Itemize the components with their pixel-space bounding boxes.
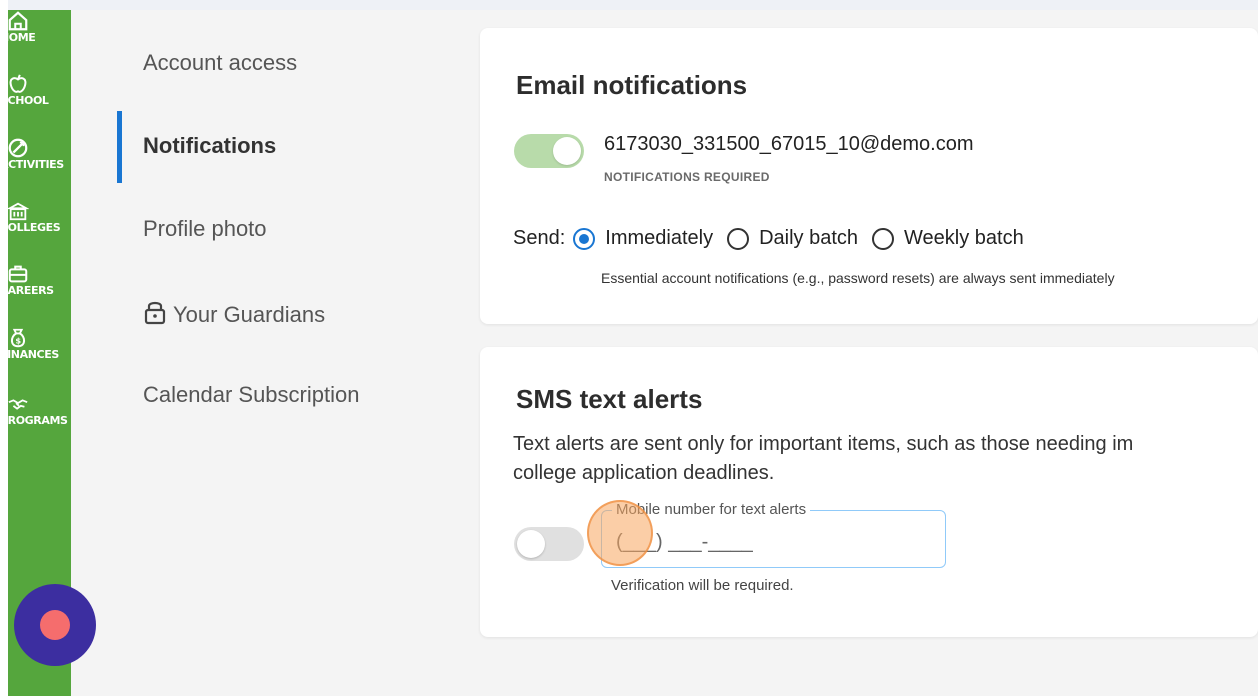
- nav-item-your-guardians[interactable]: Your Guardians: [143, 299, 325, 328]
- rail-label: ACTIVITIES: [8, 158, 64, 171]
- rail-label: CAREERS: [8, 284, 54, 297]
- money-bag-icon: $: [10, 328, 26, 348]
- rail-item-finances[interactable]: $ FINANCES: [8, 327, 71, 361]
- email-address: 6173030_331500_67015_10@demo.com: [604, 133, 974, 155]
- home-icon: [8, 11, 28, 31]
- rail-label: COLLEGES: [8, 221, 61, 234]
- nav-item-account-access[interactable]: Account access: [143, 50, 297, 76]
- send-frequency-row: Send: Immediately Daily batch Weekly bat…: [513, 227, 1024, 250]
- radio-daily-batch[interactable]: [727, 227, 750, 250]
- nav-active-indicator: [117, 111, 122, 183]
- verification-note: Verification will be required.: [611, 577, 794, 594]
- rail-item-careers[interactable]: CAREERS: [8, 263, 71, 297]
- sms-toggle[interactable]: [514, 527, 584, 561]
- rail-label: FINANCES: [8, 348, 59, 361]
- send-label: Send:: [513, 227, 566, 249]
- nav-item-calendar-subscription[interactable]: Calendar Subscription: [143, 382, 359, 408]
- college-icon: [8, 202, 29, 221]
- top-strip: [0, 0, 1258, 10]
- nav-item-label: Account access: [143, 50, 298, 75]
- toggle-knob: [517, 530, 545, 558]
- nav-item-profile-photo[interactable]: Profile photo: [143, 216, 267, 242]
- rail-label: HOME: [8, 31, 36, 44]
- sms-alerts-card: SMS text alerts Text alerts are sent onl…: [480, 347, 1258, 637]
- briefcase-icon: [8, 265, 28, 283]
- mobile-number-field[interactable]: Mobile number for text alerts (___) ___-…: [601, 501, 946, 568]
- rail-label: SCHOOL: [8, 94, 49, 107]
- record-dot: [40, 610, 70, 640]
- activities-icon: [8, 138, 28, 158]
- rail-item-activities[interactable]: ACTIVITIES: [8, 137, 71, 171]
- radio-weekly-batch-label[interactable]: Weekly batch: [904, 227, 1024, 250]
- radio-weekly-batch[interactable]: [872, 227, 895, 250]
- sms-description-line2: college application deadlines.: [513, 462, 775, 484]
- radio-immediately-label[interactable]: Immediately: [605, 227, 713, 250]
- handshake-icon: [8, 399, 28, 410]
- apple-icon: [9, 74, 27, 93]
- nav-item-label: Your Guardians: [173, 302, 326, 327]
- click-indicator: [587, 500, 653, 566]
- svg-text:$: $: [15, 336, 21, 346]
- notifications-required-label: NOTIFICATIONS REQUIRED: [604, 170, 770, 184]
- radio-daily-batch-label[interactable]: Daily batch: [759, 227, 858, 250]
- left-edge: [0, 0, 8, 696]
- sms-card-title: SMS text alerts: [516, 384, 703, 414]
- sms-description-line1: Text alerts are sent only for important …: [513, 433, 1134, 455]
- email-card-title: Email notifications: [516, 70, 748, 100]
- email-notifications-card: Email notifications 6173030_331500_67015…: [480, 28, 1258, 324]
- nav-item-label: Calendar Subscription: [143, 382, 360, 407]
- nav-item-label: Profile photo: [143, 216, 267, 241]
- radio-immediately[interactable]: [573, 227, 596, 250]
- rail-label: PROGRAMS: [8, 414, 68, 427]
- toggle-knob: [553, 137, 581, 165]
- send-hint: Essential account notifications (e.g., p…: [601, 270, 1115, 286]
- lock-icon: [144, 301, 166, 325]
- rail-item-colleges[interactable]: COLLEGES: [8, 200, 71, 234]
- nav-item-label: Notifications: [143, 133, 277, 158]
- record-button[interactable]: [14, 584, 96, 666]
- rail-item-home[interactable]: HOME: [8, 10, 71, 44]
- email-toggle[interactable]: [514, 134, 584, 168]
- nav-item-notifications[interactable]: Notifications: [143, 133, 276, 159]
- rail-item-school[interactable]: SCHOOL: [8, 73, 71, 107]
- rail-item-programs[interactable]: PROGRAMS: [8, 393, 71, 427]
